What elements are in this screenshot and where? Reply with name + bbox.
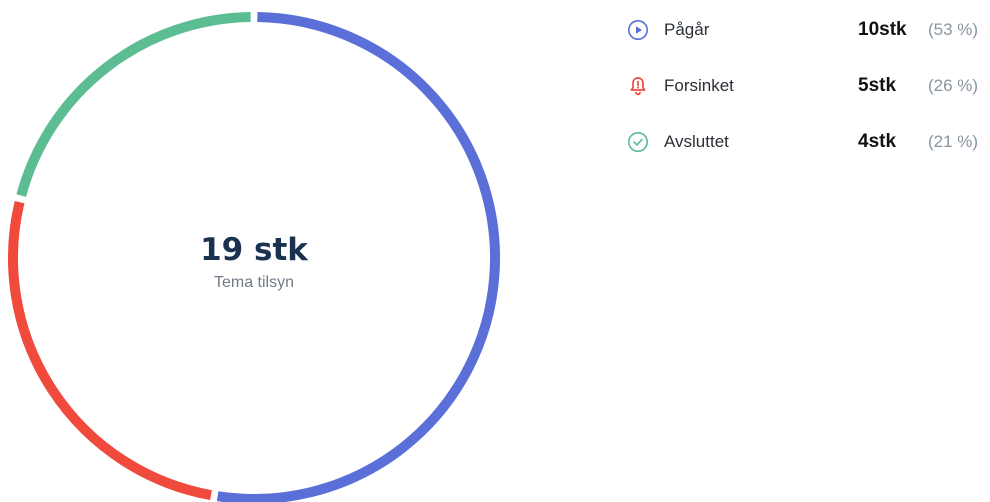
legend: Pågår 10stk (53 %) Forsinket 5stk (26 %)… — [626, 14, 990, 182]
legend-count: 4stk — [858, 131, 897, 152]
legend-percent: (21 %) — [928, 132, 979, 151]
legend-percent: (26 %) — [928, 76, 979, 95]
legend-label: Pågår — [664, 20, 710, 39]
legend-count: 5stk — [858, 75, 897, 96]
legend-label: Forsinket — [664, 76, 734, 95]
donut-segment-avsluttet[interactable] — [16, 12, 251, 197]
check-circle-icon — [626, 130, 650, 154]
legend-percent: (53 %) — [928, 20, 979, 39]
donut-chart: 19 stk Tema tilsyn — [0, 0, 520, 502]
center-caption: Tema tilsyn — [214, 274, 294, 291]
play-circle-icon — [626, 18, 650, 42]
donut-segment-forsinket[interactable] — [8, 200, 212, 501]
donut-svg: 19 stk Tema tilsyn — [8, 12, 500, 502]
center-total-value: 19 stk — [200, 232, 309, 268]
legend-item-forsinket[interactable]: Forsinket 5stk (26 %) — [626, 70, 990, 126]
bell-alert-icon — [626, 74, 650, 98]
legend-count: 10stk — [858, 19, 907, 40]
legend-item-pagar[interactable]: Pågår 10stk (53 %) — [626, 14, 990, 70]
legend-label: Avsluttet — [664, 132, 729, 151]
legend-item-avsluttet[interactable]: Avsluttet 4stk (21 %) — [626, 126, 990, 182]
